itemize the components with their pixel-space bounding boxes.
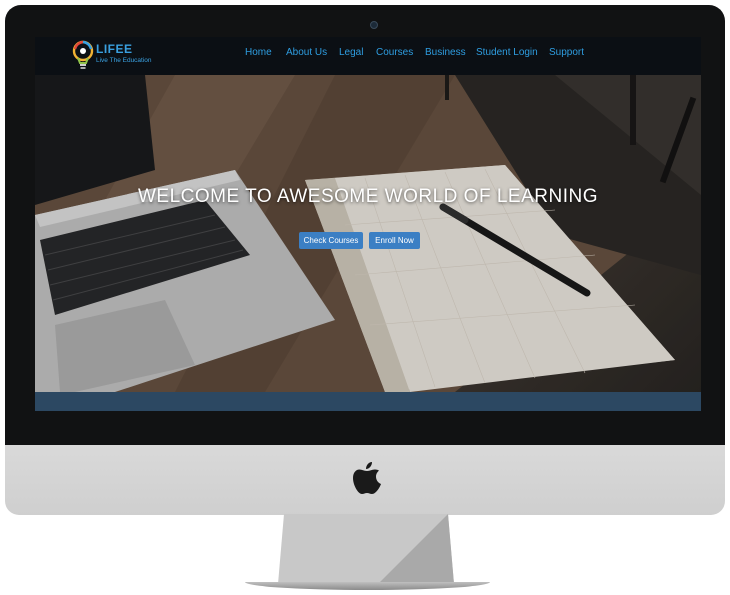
- nav-home[interactable]: Home: [245, 47, 272, 58]
- imac-stand-base: [245, 582, 490, 590]
- lightbulb-logo-icon: [72, 40, 94, 69]
- navbar: LIFEE Live The Education Home About Us L…: [35, 37, 701, 75]
- imac-stand: [278, 514, 454, 584]
- nav-student-login[interactable]: Student Login: [476, 47, 538, 58]
- nav-legal[interactable]: Legal: [339, 47, 363, 58]
- nav-courses[interactable]: Courses: [376, 47, 413, 58]
- nav-support[interactable]: Support: [549, 47, 584, 58]
- nav-business[interactable]: Business: [425, 47, 466, 58]
- brand-name[interactable]: LIFEE: [96, 42, 133, 56]
- next-section-strip: [35, 392, 701, 411]
- website-screen: LIFEE Live The Education Home About Us L…: [35, 37, 701, 411]
- hero-section: WELCOME TO AWESOME WORLD OF LEARNING Che…: [35, 75, 701, 392]
- brand-tagline: Live The Education: [96, 57, 152, 64]
- enroll-now-button[interactable]: Enroll Now: [369, 232, 420, 249]
- nav-about-us[interactable]: About Us: [286, 47, 327, 58]
- check-courses-button[interactable]: Check Courses: [299, 232, 363, 249]
- hero-background-image: [35, 75, 701, 392]
- hero-title: WELCOME TO AWESOME WORLD OF LEARNING: [138, 186, 598, 207]
- apple-logo-icon: [353, 462, 381, 494]
- camera-dot: [370, 21, 378, 29]
